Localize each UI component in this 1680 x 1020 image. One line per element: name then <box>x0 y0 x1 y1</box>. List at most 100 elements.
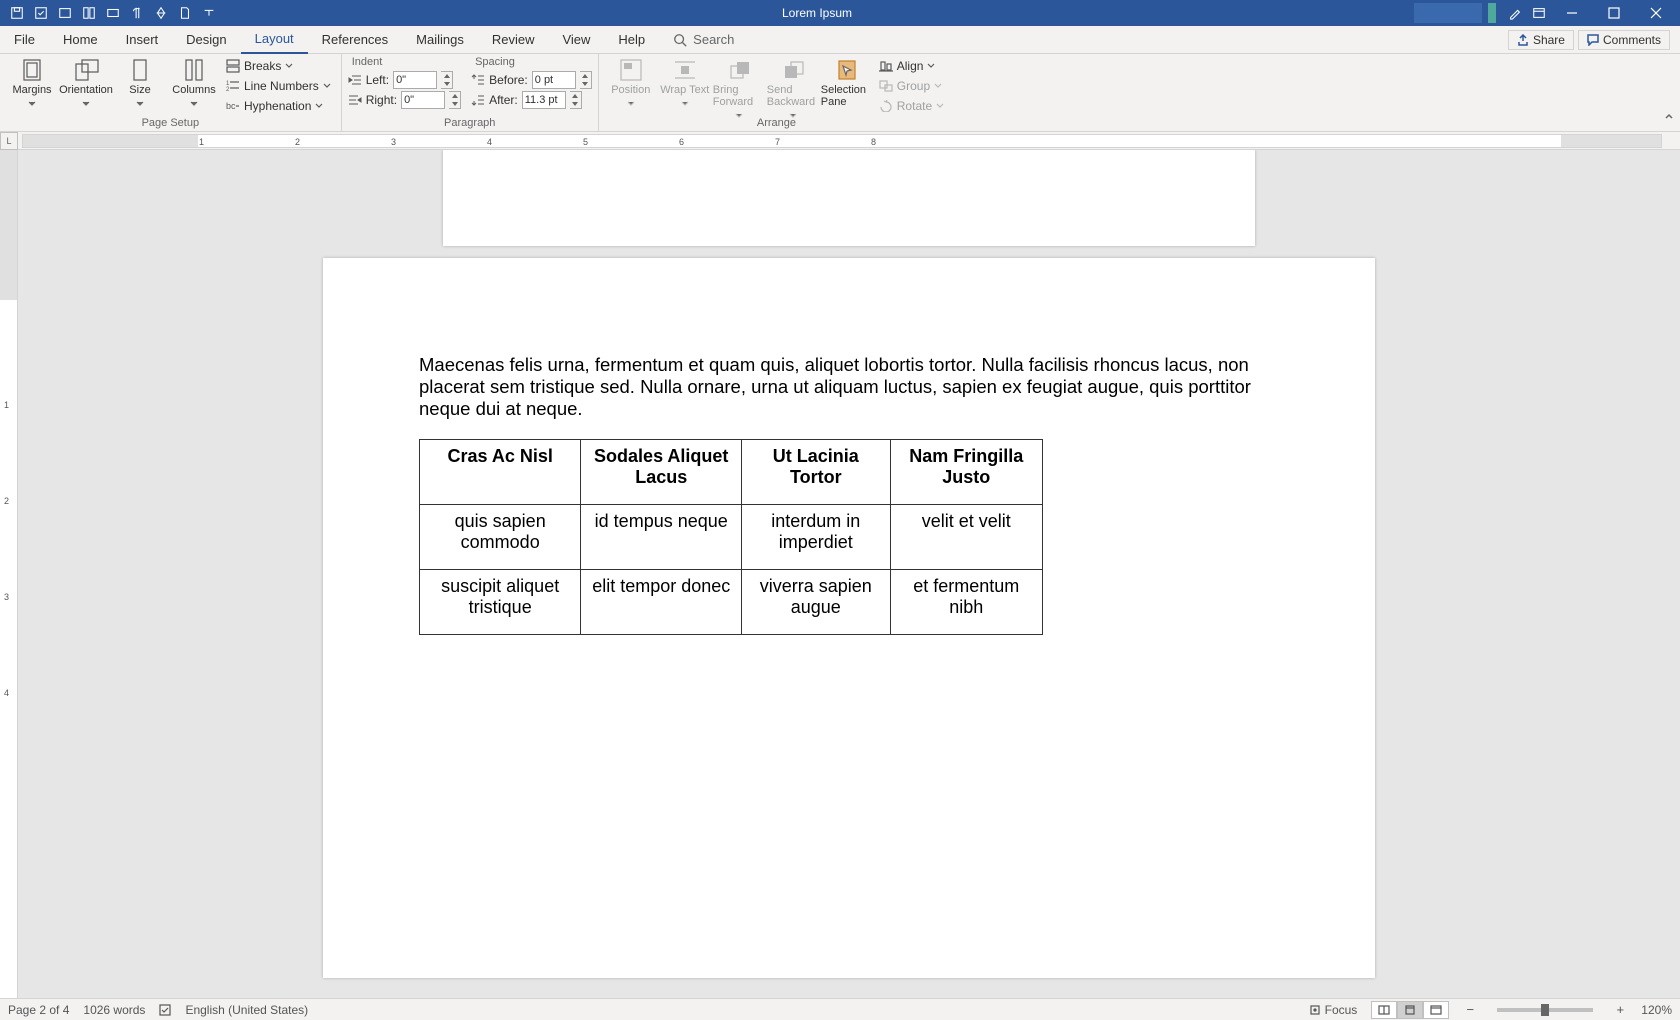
tab-home[interactable]: Home <box>49 26 112 54</box>
page-current[interactable]: Maecenas felis urna, fermentum et quam q… <box>323 258 1375 978</box>
read-mode-button[interactable] <box>1371 1001 1397 1019</box>
table-cell[interactable]: suscipit aliquet tristique <box>420 570 581 635</box>
margins-button[interactable]: Margins <box>6 56 58 104</box>
svg-text:bc: bc <box>226 101 236 111</box>
indent-right-input[interactable]: 0" <box>401 91 445 109</box>
search-icon <box>673 33 687 47</box>
breaks-button[interactable]: Breaks <box>222 56 335 76</box>
spacing-before-spinner[interactable] <box>580 71 592 89</box>
table-header-cell[interactable]: Ut Lacinia Tortor <box>742 440 890 505</box>
search-placeholder: Search <box>693 32 734 47</box>
table-cell[interactable]: interdum in imperdiet <box>742 505 890 570</box>
zoom-in-button[interactable]: + <box>1613 1003 1627 1017</box>
close-button[interactable] <box>1636 0 1676 26</box>
save-icon[interactable] <box>6 2 28 24</box>
ribbon-display-icon[interactable] <box>1528 2 1550 24</box>
wrap-text-button: Wrap Text <box>659 56 711 104</box>
columns-button[interactable]: Columns <box>168 56 220 104</box>
table-cell[interactable]: velit et velit <box>890 505 1043 570</box>
share-button[interactable]: Share <box>1508 30 1574 50</box>
tab-review[interactable]: Review <box>478 26 549 54</box>
spacing-header: Spacing <box>471 56 592 70</box>
tab-references[interactable]: References <box>308 26 402 54</box>
table-header-cell[interactable]: Cras Ac Nisl <box>420 440 581 505</box>
table-row[interactable]: quis sapien commodo id tempus neque inte… <box>420 505 1043 570</box>
indent-right-row: Right: 0" <box>348 90 461 110</box>
tab-design[interactable]: Design <box>172 26 240 54</box>
spacing-before-input[interactable]: 0 pt <box>532 71 576 89</box>
table-row[interactable]: suscipit aliquet tristique elit tempor d… <box>420 570 1043 635</box>
title-bar: Lorem Ipsum <box>0 0 1680 26</box>
indent-left-input[interactable]: 0" <box>393 71 437 89</box>
web-layout-button[interactable] <box>1423 1001 1449 1019</box>
selection-pane-button[interactable]: Selection Pane <box>821 56 873 108</box>
tab-file[interactable]: File <box>0 26 49 54</box>
table-header-cell[interactable]: Nam Fringilla Justo <box>890 440 1043 505</box>
zoom-slider[interactable] <box>1497 1008 1593 1012</box>
table-cell[interactable]: et fermentum nibh <box>890 570 1043 635</box>
indent-right-spinner[interactable] <box>449 91 461 109</box>
document-table[interactable]: Cras Ac Nisl Sodales Aliquet Lacus Ut La… <box>419 439 1043 635</box>
qat-icon-5[interactable] <box>102 2 124 24</box>
body-paragraph[interactable]: Maecenas felis urna, fermentum et quam q… <box>419 354 1279 419</box>
position-button: Position <box>605 56 657 104</box>
account-accent <box>1488 3 1496 23</box>
focus-mode-button[interactable]: Focus <box>1309 1003 1358 1017</box>
tab-layout[interactable]: Layout <box>241 26 308 54</box>
spacing-after-spinner[interactable] <box>570 91 582 109</box>
qat-icon-4[interactable] <box>78 2 100 24</box>
table-cell[interactable]: viverra sapien augue <box>742 570 890 635</box>
zoom-slider-thumb[interactable] <box>1541 1004 1549 1016</box>
collapse-ribbon-button[interactable] <box>1664 109 1674 127</box>
spacing-after-input[interactable]: 11.3 pt <box>522 91 566 109</box>
tab-insert[interactable]: Insert <box>112 26 173 54</box>
vertical-ruler[interactable]: 1 2 3 4 <box>0 150 18 998</box>
status-language[interactable]: English (United States) <box>185 1003 308 1017</box>
line-numbers-button[interactable]: 12 Line Numbers <box>222 76 335 96</box>
hyphenation-button[interactable]: bc Hyphenation <box>222 96 335 116</box>
group-objects-button: Group <box>875 76 948 96</box>
group-label-page-setup: Page Setup <box>6 116 335 131</box>
tab-mailings[interactable]: Mailings <box>402 26 478 54</box>
new-doc-icon[interactable] <box>174 2 196 24</box>
status-page[interactable]: Page 2 of 4 <box>8 1003 69 1017</box>
table-cell[interactable]: elit tempor donec <box>581 570 742 635</box>
page-previous-bottom[interactable] <box>443 150 1255 246</box>
minimize-button[interactable] <box>1552 0 1592 26</box>
tab-selector[interactable]: L <box>0 132 18 150</box>
focus-icon <box>1309 1004 1321 1016</box>
autosave-icon[interactable] <box>30 2 52 24</box>
status-word-count[interactable]: 1026 words <box>83 1003 145 1017</box>
qat-customize-icon[interactable] <box>198 2 220 24</box>
status-proofing-icon[interactable] <box>159 1004 171 1016</box>
share-icon <box>1517 34 1529 46</box>
size-button[interactable]: Size <box>114 56 166 104</box>
print-layout-button[interactable] <box>1397 1001 1423 1019</box>
qat-icon-3[interactable] <box>54 2 76 24</box>
table-cell[interactable]: quis sapien commodo <box>420 505 581 570</box>
tab-view[interactable]: View <box>548 26 604 54</box>
rotate-button: Rotate <box>875 96 948 116</box>
table-header-row[interactable]: Cras Ac Nisl Sodales Aliquet Lacus Ut La… <box>420 440 1043 505</box>
zoom-out-button[interactable]: − <box>1463 1003 1477 1017</box>
indent-left-spinner[interactable] <box>441 71 453 89</box>
group-paragraph: Indent Left: 0" Right: 0" Spacing <box>342 54 599 131</box>
user-account[interactable] <box>1414 3 1482 23</box>
qat-icon-7[interactable] <box>150 2 172 24</box>
horizontal-ruler-bar: L 1 2 3 4 5 6 7 8 <box>0 132 1680 150</box>
paragraph-marks-icon[interactable] <box>126 2 148 24</box>
tab-help[interactable]: Help <box>604 26 659 54</box>
indent-left-row: Left: 0" <box>348 70 461 90</box>
search-box[interactable]: Search <box>673 32 734 47</box>
table-header-cell[interactable]: Sodales Aliquet Lacus <box>581 440 742 505</box>
align-button[interactable]: Align <box>875 56 948 76</box>
pen-icon[interactable] <box>1504 2 1526 24</box>
comments-button[interactable]: Comments <box>1578 30 1670 50</box>
spacing-after-row: After: 11.3 pt <box>471 90 592 110</box>
horizontal-ruler[interactable]: 1 2 3 4 5 6 7 8 <box>22 134 1662 148</box>
table-cell[interactable]: id tempus neque <box>581 505 742 570</box>
zoom-level[interactable]: 120% <box>1641 1003 1672 1017</box>
orientation-button[interactable]: Orientation <box>60 56 112 104</box>
pages-container[interactable]: Maecenas felis urna, fermentum et quam q… <box>18 150 1680 998</box>
maximize-button[interactable] <box>1594 0 1634 26</box>
